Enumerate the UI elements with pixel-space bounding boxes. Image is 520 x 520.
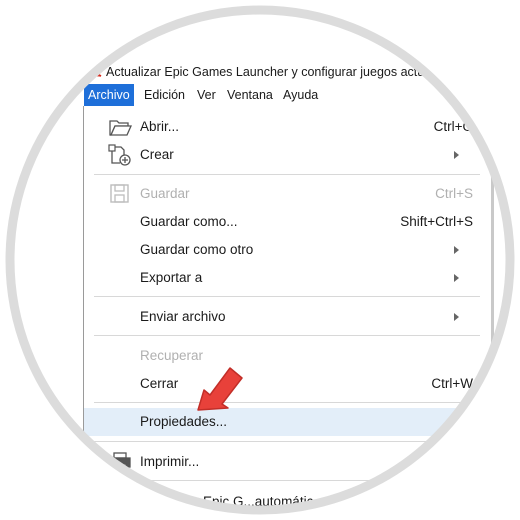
folder-open-icon bbox=[109, 120, 132, 136]
menu-separator bbox=[94, 480, 480, 481]
menu-item-save-as-other[interactable]: Guardar como otro bbox=[84, 236, 491, 264]
menu-item-label: Guardar bbox=[140, 186, 190, 201]
menu-item-shortcut: Shift+Ctrl+S bbox=[400, 214, 473, 229]
submenu-arrow-icon bbox=[454, 313, 459, 321]
menu-item-shortcut: Ctrl bbox=[452, 414, 473, 429]
submenu-arrow-icon bbox=[454, 274, 459, 282]
menu-ayuda[interactable]: Ayuda bbox=[279, 84, 322, 106]
menu-item-label: Guardar como otro bbox=[140, 242, 254, 257]
menu-separator bbox=[94, 174, 480, 175]
menu-item-label: Imprimir... bbox=[140, 454, 200, 469]
submenu-arrow-icon bbox=[454, 246, 459, 254]
menu-item-save-as[interactable]: Guardar como... Shift+Ctrl+S bbox=[84, 208, 491, 236]
menu-item-label: Abrir... bbox=[140, 119, 180, 134]
menu-item-create[interactable]: Crear bbox=[84, 141, 491, 169]
menu-item-export[interactable]: Exportar a bbox=[84, 264, 491, 292]
window-title: Actualizar Epic Games Launcher y configu… bbox=[106, 65, 443, 79]
menu-separator bbox=[94, 402, 480, 403]
create-document-icon bbox=[108, 144, 131, 166]
menu-item-send-file[interactable]: Enviar archivo bbox=[84, 303, 491, 331]
window-titlebar: Actualizar Epic Games Launcher y configu… bbox=[80, 62, 520, 84]
menu-item-close[interactable]: Cerrar Ctrl+W bbox=[84, 370, 491, 398]
screenshot-stage: Actualizar Epic Games Launcher y configu… bbox=[0, 0, 520, 520]
menu-item-revert[interactable]: Recuperar bbox=[84, 342, 491, 370]
menubar: Archivo Edición Ver Ventana Ayuda bbox=[80, 84, 520, 106]
menu-separator bbox=[94, 441, 480, 442]
menu-ventana[interactable]: Ventana bbox=[223, 84, 277, 106]
menu-item-label: Crear bbox=[140, 147, 174, 162]
save-disk-icon bbox=[110, 184, 129, 203]
menu-item-save[interactable]: Guardar Ctrl+S bbox=[84, 180, 491, 208]
menu-item-label: Exportar a bbox=[140, 270, 203, 285]
menu-item-recent-file[interactable]: Actualizar Epic G...automátic bbox=[84, 488, 491, 516]
pdf-app-icon bbox=[88, 65, 102, 80]
menu-item-label: Recuperar bbox=[140, 348, 204, 363]
menu-item-label: Guardar como... bbox=[140, 214, 238, 229]
submenu-arrow-icon bbox=[454, 151, 459, 159]
file-dropdown-menu: Abrir... Ctrl+O Crear Guardar Ctrl+S Gua… bbox=[83, 106, 491, 520]
menu-item-label: Enviar archivo bbox=[140, 309, 226, 324]
menu-item-label: Cerrar bbox=[140, 376, 179, 391]
red-pointer-arrow-icon bbox=[197, 367, 243, 411]
menu-item-open[interactable]: Abrir... Ctrl+O bbox=[84, 113, 491, 141]
menu-item-properties[interactable]: Propiedades... Ctrl bbox=[84, 408, 491, 436]
menu-item-shortcut: Ctrl+W bbox=[431, 376, 473, 391]
menu-separator bbox=[94, 335, 480, 336]
menu-ver[interactable]: Ver bbox=[193, 84, 220, 106]
menu-item-label: Actualizar Epic G...automátic bbox=[140, 494, 314, 509]
menu-item-shortcut: Ctrl+O bbox=[433, 119, 473, 134]
menu-item-shortcut: Ctrl+S bbox=[435, 186, 473, 201]
printer-icon bbox=[109, 452, 131, 472]
menu-archivo[interactable]: Archivo bbox=[84, 84, 134, 106]
menu-edicion[interactable]: Edición bbox=[140, 84, 189, 106]
menu-item-print[interactable]: Imprimir... bbox=[84, 448, 491, 476]
menu-separator bbox=[94, 296, 480, 297]
